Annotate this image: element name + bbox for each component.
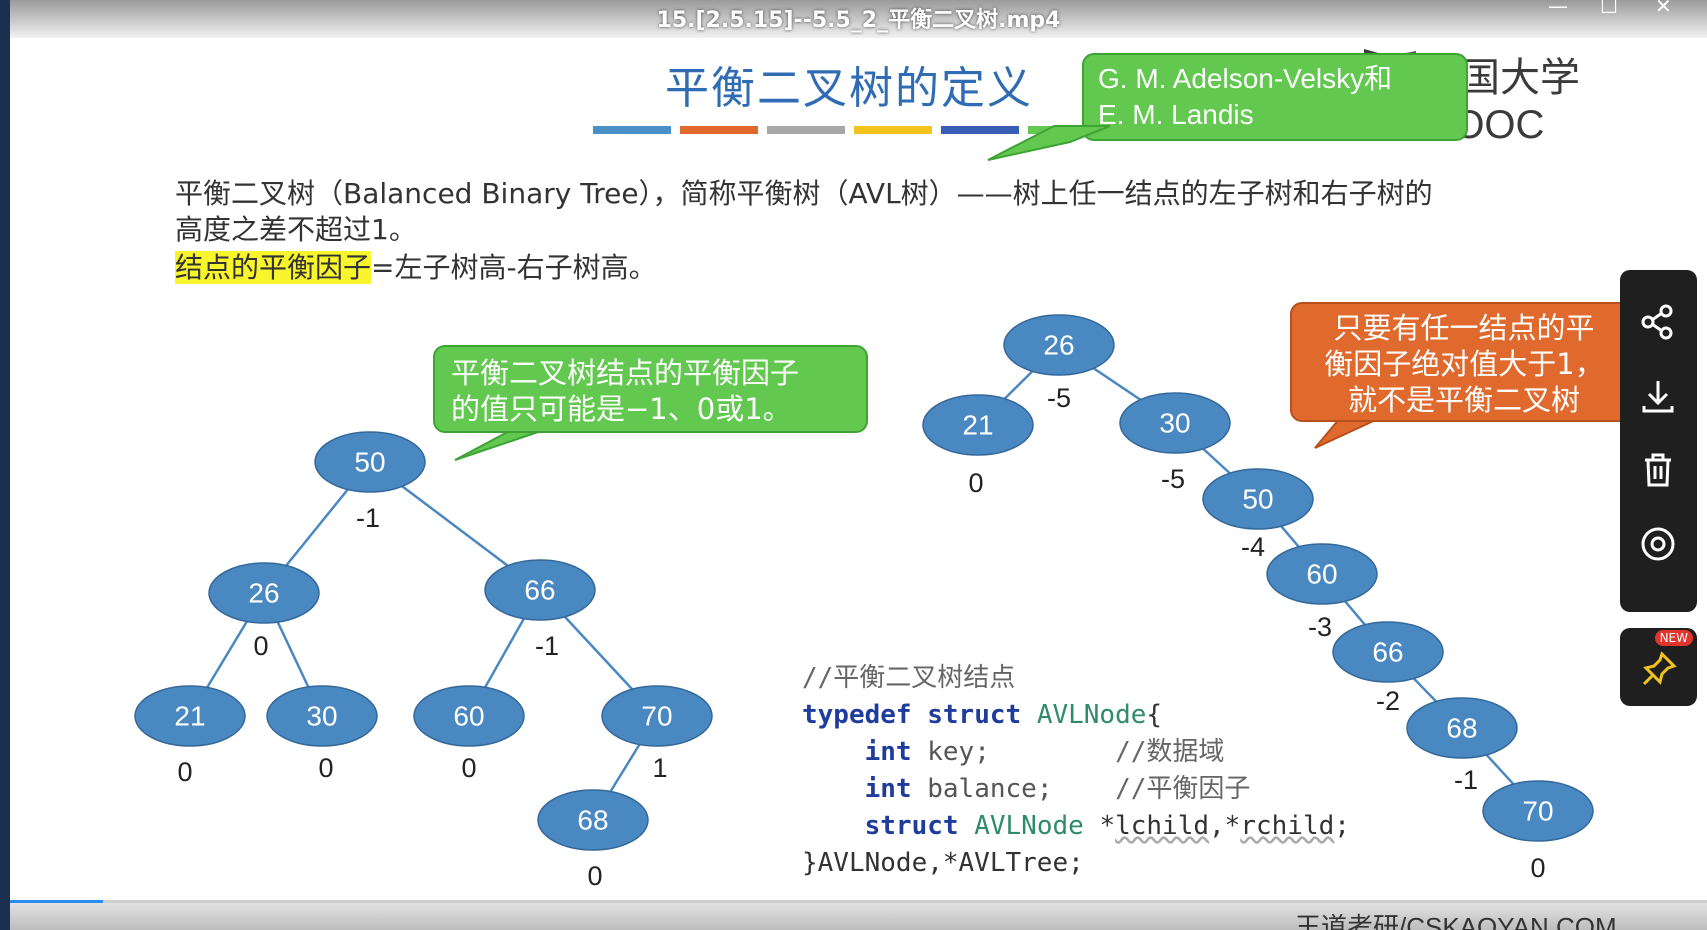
- balanced-balance-factor: -1: [535, 631, 559, 661]
- values-line-2: 的值只可能是−1、0或1。: [451, 392, 792, 426]
- values-line-1: 平衡二叉树结点的平衡因子: [451, 356, 800, 390]
- balanced-balance-factor: 1: [652, 753, 667, 783]
- unbalanced-node-key: 50: [1242, 484, 1273, 515]
- balance-values-callout: 平衡二叉树结点的平衡因子 的值只可能是−1、0或1。: [433, 345, 868, 433]
- unbalanced-node-key: 30: [1159, 408, 1190, 439]
- warn-line-2: 衡因子绝对值大于1，: [1324, 347, 1604, 381]
- unbalanced-node-key: 21: [962, 410, 993, 441]
- code-key: key;: [927, 737, 990, 767]
- code-type-name-2: AVLNode: [974, 811, 1084, 841]
- side-toolbar: [1620, 270, 1697, 612]
- code-type-name: AVLNode: [1036, 700, 1147, 730]
- balanced-node-key: 30: [306, 701, 337, 732]
- footer-watermark: 王道考研/CSKAOYAN.COM: [1295, 912, 1617, 930]
- code-brace: {: [1146, 700, 1163, 730]
- share-icon[interactable]: [1638, 302, 1678, 342]
- progress-track[interactable]: [10, 900, 1707, 903]
- code-semi: ;: [1334, 811, 1350, 841]
- code-struct-2: struct: [864, 811, 959, 841]
- balanced-node-key: 68: [577, 805, 608, 836]
- code-comma-star: ,*: [1209, 811, 1241, 841]
- target-icon[interactable]: [1638, 524, 1678, 564]
- close-button[interactable]: ✕: [1655, 0, 1672, 18]
- balanced-node-key: 60: [453, 701, 484, 732]
- balanced-tree: 50 -1 26 0 66 -1 21 0 30 0 60 0 70 1 68 0: [134, 431, 713, 891]
- authors-callout-tail: [987, 125, 1111, 161]
- code-balance: balance;: [927, 774, 1053, 804]
- balanced-node-key: 21: [174, 701, 205, 732]
- warn-line-3: 就不是平衡二叉树: [1347, 383, 1580, 417]
- balanced-balance-factor: -1: [356, 503, 380, 533]
- balanced-node-key: 70: [641, 701, 672, 732]
- unbalanced-node-key: 70: [1522, 796, 1553, 827]
- balanced-balance-factor: 0: [318, 753, 333, 783]
- balanced-node-key: 26: [248, 578, 279, 609]
- unbalanced-balance-factor: 0: [968, 468, 983, 498]
- unbalanced-node-key: 26: [1043, 330, 1074, 361]
- new-badge: NEW: [1654, 630, 1693, 646]
- code-int-2: int: [864, 774, 912, 804]
- unbalanced-balance-factor: -3: [1308, 612, 1332, 642]
- unbalanced-warning-callout: 只要有任一结点的平 衡因子绝对值大于1， 就不是平衡二叉树: [1290, 302, 1638, 422]
- unbalanced-balance-factor: -4: [1241, 532, 1265, 562]
- video-file-title: 15.[2.5.15]--5.5_2_平衡二叉树.mp4: [656, 8, 1061, 33]
- balanced-balance-factor: 0: [461, 753, 476, 783]
- code-closing: }AVLNode,*AVLTree;: [802, 848, 1084, 878]
- unbalanced-node-key: 66: [1372, 637, 1403, 668]
- pin-button[interactable]: NEW: [1620, 628, 1697, 706]
- trash-icon[interactable]: [1638, 450, 1678, 490]
- warn-callout-tail: [1314, 417, 1381, 449]
- balanced-balance-factor: 0: [253, 631, 268, 661]
- code-rchild: rchild: [1240, 811, 1335, 841]
- unbalanced-balance-factor: -1: [1454, 765, 1478, 795]
- unbalanced-balance-factor: -5: [1161, 464, 1185, 494]
- pin-icon: [1642, 651, 1677, 686]
- code-typedef: typedef: [802, 700, 912, 730]
- title-bar: 15.[2.5.15]--5.5_2_平衡二叉树.mp4 — ☐ ✕: [10, 0, 1707, 38]
- video-window: 平衡二叉树的定义 中国大学MOOC G. M. Adelson-Velsky和 …: [10, 0, 1707, 930]
- progress-fill: [10, 900, 104, 903]
- download-icon[interactable]: [1638, 376, 1678, 416]
- avl-node-code: //平衡二叉树结点 typedef struct AVLNode{ int ke…: [802, 660, 1350, 882]
- balanced-node-key: 66: [524, 575, 555, 606]
- unbalanced-balance-factor: 0: [1530, 853, 1545, 883]
- warn-line-1: 只要有任一结点的平: [1333, 311, 1595, 345]
- code-balance-comment: //平衡因子: [1115, 774, 1251, 804]
- maximize-button[interactable]: ☐: [1600, 0, 1618, 18]
- code-struct: struct: [927, 700, 1022, 730]
- code-int-1: int: [864, 737, 912, 767]
- slide: 平衡二叉树的定义 中国大学MOOC G. M. Adelson-Velsky和 …: [10, 0, 1707, 900]
- balanced-balance-factor: 0: [177, 757, 192, 787]
- minimize-button[interactable]: —: [1548, 0, 1568, 18]
- balanced-balance-factor: 0: [587, 861, 602, 891]
- balanced-node-key: 50: [354, 447, 385, 478]
- unbalanced-node-key: 68: [1446, 713, 1477, 744]
- code-lchild: lchild: [1115, 811, 1210, 841]
- code-star: *: [1099, 811, 1116, 841]
- unbalanced-node-key: 60: [1306, 559, 1337, 590]
- unbalanced-balance-factor: -2: [1376, 686, 1400, 716]
- code-comment: //平衡二叉树结点: [802, 663, 1016, 693]
- unbalanced-balance-factor: -5: [1047, 383, 1071, 413]
- code-key-comment: //数据域: [1115, 737, 1225, 767]
